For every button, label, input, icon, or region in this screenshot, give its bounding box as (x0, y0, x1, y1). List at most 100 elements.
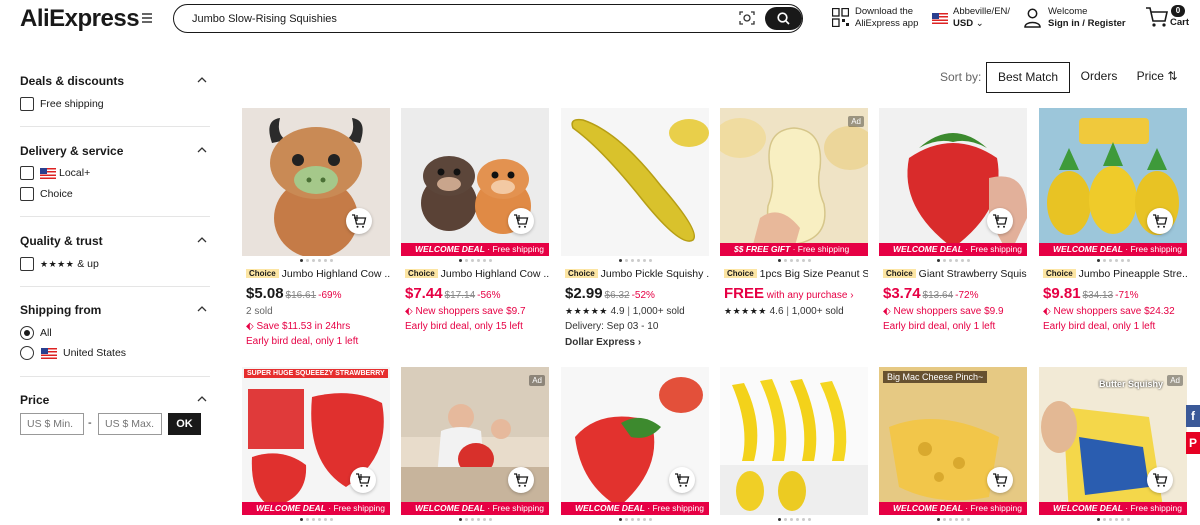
search-button[interactable] (765, 7, 802, 30)
dollar-express-link[interactable]: Dollar Express › (565, 337, 641, 348)
product-image[interactable]: WELCOME DEAL · Free shipping (1039, 108, 1187, 256)
image-carousel-dots[interactable] (1039, 518, 1187, 522)
camera-search-icon[interactable] (739, 11, 755, 25)
divider (20, 286, 210, 287)
chevron-up-icon[interactable] (197, 77, 207, 83)
search-input[interactable] (192, 11, 712, 27)
butter-image (1041, 401, 1163, 515)
ad-badge: Ad (1167, 375, 1183, 386)
product-image[interactable] (720, 367, 868, 515)
add-cart-icon (356, 473, 371, 487)
image-carousel-dots[interactable] (879, 518, 1027, 522)
pinterest-share-icon[interactable]: P (1186, 432, 1200, 454)
image-carousel-dots[interactable] (401, 518, 549, 522)
radio-button[interactable] (20, 346, 34, 360)
product-price: $3.74 $13.64 -72% (883, 285, 979, 302)
product-title[interactable]: Choice Giant Strawberry Squis... (883, 268, 1027, 280)
menu-icon[interactable] (142, 13, 152, 23)
product-image[interactable] (561, 108, 709, 256)
account-menu[interactable]: Welcome Sign in / Register (1048, 6, 1126, 30)
product-image[interactable]: Ad WELCOME DEAL · Free shipping (401, 367, 549, 515)
price-min-input[interactable] (20, 413, 84, 435)
filter-deals-title[interactable]: Deals & discounts (20, 74, 124, 88)
add-to-cart-button[interactable] (669, 467, 695, 493)
add-cart-icon (993, 214, 1008, 228)
chevron-up-icon[interactable] (197, 396, 207, 402)
filter-delivery-title[interactable]: Delivery & service (20, 144, 123, 158)
choice-badge: Choice (1043, 269, 1076, 278)
price-ok-button[interactable]: OK (168, 413, 201, 435)
product-image[interactable]: Butter Squishy Ad WELCOME DEAL · Free sh… (1039, 367, 1187, 515)
pineapple-image (1047, 118, 1179, 235)
download-line1: Download the (855, 6, 914, 17)
chevron-up-icon[interactable] (197, 306, 207, 312)
free-gift-banner: $$ FREE GIFT · Free shipping (720, 243, 868, 256)
product-title[interactable]: Choice Jumbo Pickle Squishy ... (565, 268, 709, 280)
cart-icon[interactable] (1145, 6, 1169, 28)
image-carousel-dots[interactable] (879, 259, 1027, 263)
add-to-cart-button[interactable] (987, 467, 1013, 493)
locale-line1: Abbeville/EN/ (953, 6, 1011, 17)
user-icon[interactable] (1024, 8, 1041, 28)
checkbox[interactable] (20, 187, 34, 201)
chevron-up-icon[interactable] (197, 147, 207, 153)
product-price[interactable]: FREE with any purchase › (724, 285, 854, 302)
image-carousel-dots[interactable] (242, 259, 390, 263)
sold-count: 2 sold (246, 306, 273, 317)
sort-by-label: Sort by: (940, 70, 982, 84)
product-image[interactable]: SUPER HUGE SQUEEEZY STRAWBERRY WELCOME D… (242, 367, 390, 515)
product-image[interactable]: Ad $$ FREE GIFT · Free shipping (720, 108, 868, 256)
product-title[interactable]: Choice Jumbo Highland Cow ... (246, 268, 390, 280)
chevron-up-icon[interactable] (197, 237, 207, 243)
product-image[interactable] (242, 108, 390, 256)
search-icon (777, 12, 790, 25)
image-carousel-dots[interactable] (1039, 259, 1187, 263)
add-to-cart-button[interactable] (987, 208, 1013, 234)
image-carousel-dots[interactable] (561, 259, 709, 263)
sort-best-match[interactable]: Best Match (986, 62, 1070, 93)
product-title[interactable]: Choice 1pcs Big Size Peanut S... (724, 268, 868, 280)
product-image[interactable]: WELCOME DEAL · Free shipping (401, 108, 549, 256)
add-to-cart-button[interactable] (346, 208, 372, 234)
filter-quality-title[interactable]: Quality & trust (20, 234, 103, 248)
image-carousel-dots[interactable] (561, 518, 709, 522)
new-shopper-note: ⬖ New shoppers save $9.7 (405, 306, 526, 317)
choice-badge: Choice (405, 269, 438, 278)
product-image[interactable]: WELCOME DEAL · Free shipping (879, 108, 1027, 256)
delivery-date: Delivery: Sep 03 - 10 (565, 321, 659, 332)
product-image[interactable]: Big Mac Cheese Pinch~ WELCOME DEAL · Fre… (879, 367, 1027, 515)
product-image[interactable]: WELCOME DEAL · Free shipping (561, 367, 709, 515)
add-to-cart-button[interactable] (508, 467, 534, 493)
sort-arrows-icon: ⇅ (1167, 69, 1178, 83)
filter-shipping-from-title[interactable]: Shipping from (20, 303, 101, 317)
checkbox[interactable] (20, 257, 34, 271)
add-to-cart-button[interactable] (1147, 467, 1173, 493)
sort-price[interactable]: Price ⇅ (1128, 62, 1186, 93)
add-to-cart-button[interactable] (350, 467, 376, 493)
product-title[interactable]: Choice Jumbo Highland Cow ... (405, 268, 549, 280)
image-carousel-dots[interactable] (720, 518, 868, 522)
image-carousel-dots[interactable] (401, 259, 549, 263)
divider (20, 126, 210, 127)
filter-price-title[interactable]: Price (20, 393, 49, 407)
ad-badge: Ad (848, 116, 864, 127)
image-carousel-dots[interactable] (242, 518, 390, 522)
add-to-cart-button[interactable] (1147, 208, 1173, 234)
sign-in-register-link[interactable]: Sign in / Register (1048, 18, 1126, 30)
radio-button[interactable] (20, 326, 34, 340)
product-title[interactable]: Choice Jumbo Pineapple Stre... (1043, 268, 1187, 280)
price-max-input[interactable] (98, 413, 162, 435)
add-cart-icon (1153, 473, 1168, 487)
cart-label[interactable]: Cart (1170, 17, 1189, 28)
welcome-deal-banner: WELCOME DEAL · Free shipping (879, 243, 1027, 256)
choice-badge: Choice (724, 269, 757, 278)
facebook-share-icon[interactable]: f (1186, 405, 1200, 427)
early-bird-note: Early bird deal, only 1 left (246, 336, 359, 347)
image-carousel-dots[interactable] (720, 259, 868, 263)
image-caption: SUPER HUGE SQUEEEZY STRAWBERRY (244, 369, 388, 378)
aliexpress-logo[interactable]: AliExpress (20, 5, 140, 33)
sort-orders[interactable]: Orders (1070, 62, 1128, 93)
checkbox[interactable] (20, 97, 34, 111)
add-to-cart-button[interactable] (508, 208, 534, 234)
checkbox[interactable] (20, 166, 34, 180)
